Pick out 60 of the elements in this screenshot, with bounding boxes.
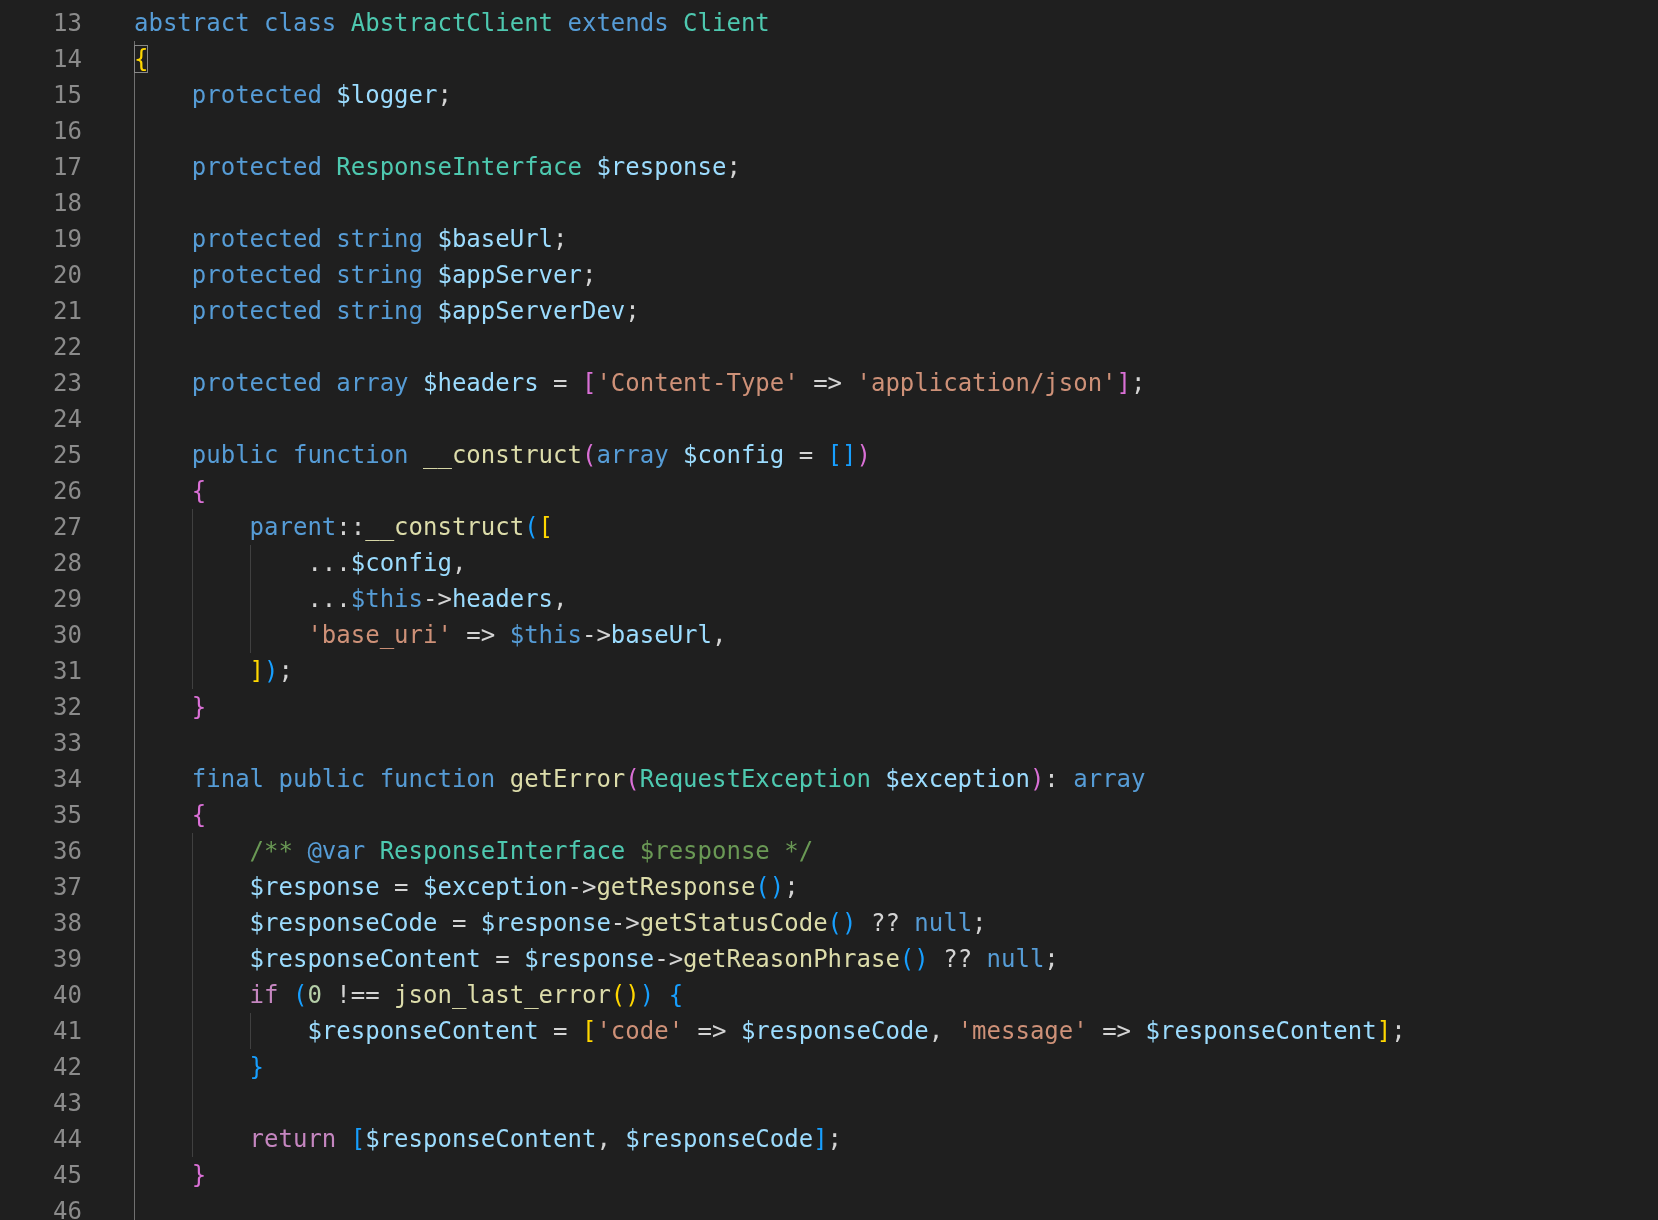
line-number: 16	[52, 116, 82, 147]
code-line: protected ResponseInterface $response;	[190, 152, 741, 183]
line-number: 24	[52, 404, 82, 435]
line-number: 17	[52, 152, 82, 183]
code-line: protected string $baseUrl;	[190, 224, 568, 255]
line-number: 18	[52, 188, 82, 219]
line-number: 34	[52, 764, 82, 795]
code-line: public function __construct(array $config = [])	[190, 440, 871, 471]
code-line: protected string $appServerDev;	[190, 296, 640, 327]
code-line: protected string $appServer;	[190, 260, 597, 291]
line-number: 13	[52, 8, 82, 39]
code-line: $response = $exception->getResponse();	[248, 872, 799, 903]
line-number: 20	[52, 260, 82, 291]
line-number: 26	[52, 476, 82, 507]
code-line: $responseContent = $response->getReasonPhrase() ?? null;	[248, 944, 1059, 975]
code-line: ]);	[248, 656, 293, 687]
line-number: 21	[52, 296, 82, 327]
line-number: 33	[52, 728, 82, 759]
line-number: 27	[52, 512, 82, 543]
line-number: 43	[52, 1088, 82, 1119]
line-number: 30	[52, 620, 82, 651]
code-line: {	[190, 476, 207, 507]
code-line: abstract class AbstractClient extends Client	[134, 8, 770, 39]
line-number: 38	[52, 908, 82, 939]
code-line: }	[190, 1160, 207, 1191]
line-number: 19	[52, 224, 82, 255]
code-line: {	[190, 800, 207, 831]
code-line: }	[248, 1052, 265, 1083]
line-number: 44	[52, 1124, 82, 1155]
line-number: 22	[52, 332, 82, 363]
line-number: 29	[52, 584, 82, 615]
line-number: 46	[52, 1196, 82, 1220]
line-number: 41	[52, 1016, 82, 1047]
line-number: 14	[52, 44, 82, 75]
code-line: ...$config,	[306, 548, 467, 579]
line-number: 45	[52, 1160, 82, 1191]
line-number: 40	[52, 980, 82, 1011]
line-number: 15	[52, 80, 82, 111]
line-number: 42	[52, 1052, 82, 1083]
code-line: /** @var ResponseInterface $response */	[248, 836, 814, 867]
line-number: 36	[52, 836, 82, 867]
code-line: parent::__construct([	[248, 512, 554, 543]
code-line: protected array $headers = ['Content-Type' => 'application/json'];	[190, 368, 1146, 399]
line-number: 23	[52, 368, 82, 399]
line-number: 31	[52, 656, 82, 687]
code-line: $responseCode = $response->getStatusCode() ?? null;	[248, 908, 987, 939]
code-line: final public function getError(RequestException $exception): array	[190, 764, 1146, 795]
code-line: protected $logger;	[190, 80, 452, 111]
line-number: 32	[52, 692, 82, 723]
code-line: if (0 !== json_last_error()) {	[248, 980, 684, 1011]
line-number: 35	[52, 800, 82, 831]
code-line: $responseContent = ['code' => $responseCode, 'message' => $responseContent];	[306, 1016, 1406, 1047]
line-number: 28	[52, 548, 82, 579]
code-line: }	[190, 692, 207, 723]
code-line: 'base_uri' => $this->baseUrl,	[306, 620, 727, 651]
line-number: 25	[52, 440, 82, 471]
code-line: return [$responseContent, $responseCode];	[248, 1124, 843, 1155]
line-number: 39	[52, 944, 82, 975]
code-line: ...$this->headers,	[306, 584, 568, 615]
line-number: 37	[52, 872, 82, 903]
